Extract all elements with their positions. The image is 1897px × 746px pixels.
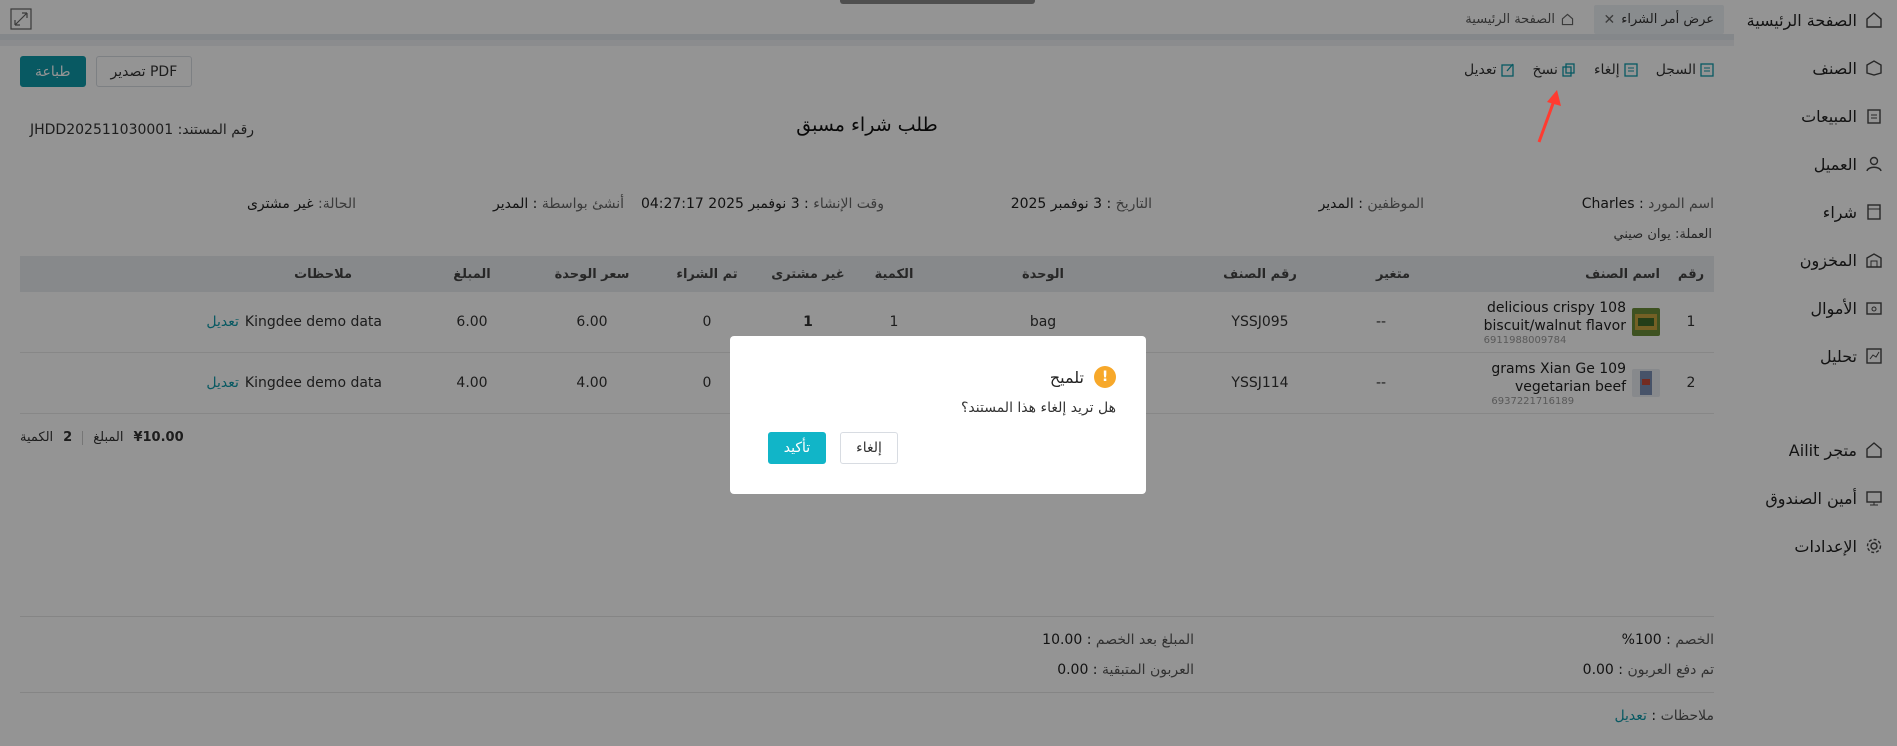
dialog-cancel-button[interactable]: إلغاء [840,432,898,464]
annotation-arrow-icon [1537,90,1561,143]
dialog-confirm-button[interactable]: تأكيد [768,432,826,464]
dialog-buttons: إلغاء تأكيد [768,432,898,464]
dialog-header: ! تلميح [1050,366,1116,388]
confirm-dialog: ! تلميح هل تريد إلغاء هذا المستند؟ إلغاء… [730,336,1146,494]
dialog-title: تلميح [1049,367,1084,387]
dialog-message: هل تريد إلغاء هذا المستند؟ [961,400,1116,416]
warning-icon: ! [1094,366,1116,388]
